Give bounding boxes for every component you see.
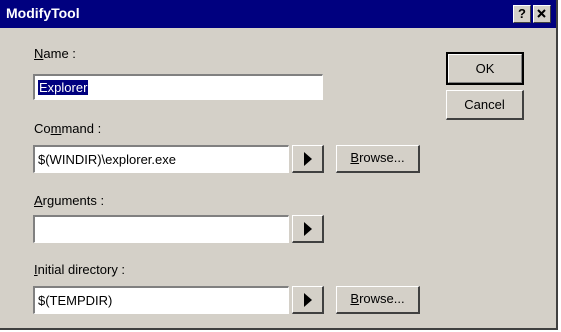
close-x-glyph [537, 9, 546, 18]
arguments-insert-macro-button[interactable] [292, 215, 324, 243]
initial-directory-field[interactable]: $(TEMPDIR) [33, 286, 289, 314]
window-title: ModifyTool [6, 5, 80, 21]
browse-accel: B [350, 150, 360, 165]
title-bar[interactable]: ModifyTool ? [0, 0, 556, 28]
name-field-value: Explorer [38, 80, 89, 95]
arguments-label-text: rguments : [42, 193, 105, 208]
browse-accel: B [350, 291, 360, 306]
initial-directory-insert-macro-button[interactable] [292, 286, 324, 314]
name-label: Name : [34, 46, 76, 61]
command-label-accel: m [50, 121, 62, 136]
browse-label: rowse... [359, 291, 405, 306]
help-icon[interactable]: ? [513, 5, 531, 23]
play-arrow-icon [304, 152, 312, 166]
browse-label: rowse... [359, 150, 405, 165]
play-arrow-icon [304, 293, 312, 307]
initial-directory-label: Initial directory : [34, 262, 125, 277]
initial-directory-label-text: nitial directory : [37, 262, 126, 277]
play-arrow-icon [304, 222, 312, 236]
ok-button[interactable]: OK [446, 52, 524, 85]
modify-tool-dialog: ModifyTool ? Name : Explorer OK Cancel C… [0, 0, 558, 330]
command-label: Command : [34, 121, 101, 136]
ok-button-label: OK [448, 54, 522, 83]
arguments-label: Arguments : [34, 193, 104, 208]
command-label-pre: Co [34, 121, 51, 136]
name-label-accel: N [34, 46, 44, 61]
name-label-text: ame : [43, 46, 76, 61]
command-insert-macro-button[interactable] [292, 145, 324, 173]
close-icon[interactable] [533, 5, 551, 23]
command-field[interactable]: $(WINDIR)\explorer.exe [33, 145, 289, 173]
initial-directory-browse-button[interactable]: Browse... [336, 286, 420, 314]
command-label-text: mand : [61, 121, 102, 136]
arguments-label-accel: A [34, 193, 43, 208]
arguments-field[interactable] [33, 215, 289, 243]
cancel-button[interactable]: Cancel [446, 90, 524, 120]
command-browse-button[interactable]: Browse... [336, 145, 420, 173]
name-field[interactable]: Explorer [33, 74, 323, 100]
